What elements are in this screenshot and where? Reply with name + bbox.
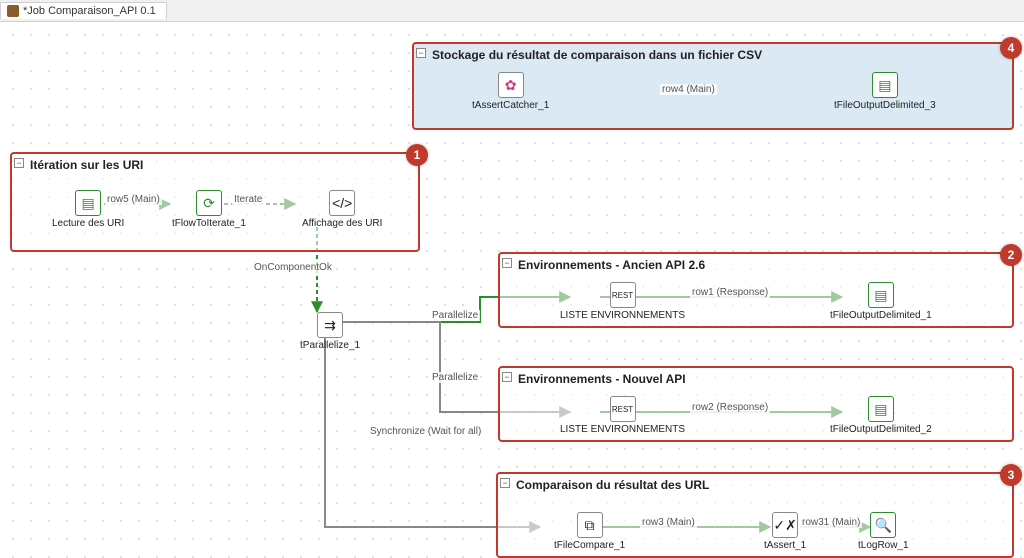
delimited-icon: ▤ (868, 396, 894, 422)
rest-icon: REST (610, 396, 636, 422)
component-tfileoutputdelimited3[interactable]: ▤ tFileOutputDelimited_3 (834, 72, 936, 111)
tab-bar: *Job Comparaison_API 0.1 (0, 0, 1024, 22)
collapse-toggle[interactable]: − (500, 478, 510, 488)
link-label: row31 (Main) (800, 517, 862, 528)
delimited-icon: ▤ (868, 282, 894, 308)
annotation-badge-2: 2 (1000, 244, 1022, 266)
flow-iterate-icon: ⟳ (196, 190, 222, 216)
link-label: row4 (Main) (660, 84, 717, 95)
component-label: tFileCompare_1 (554, 540, 625, 551)
design-canvas[interactable]: − Stockage du résultat de comparaison da… (0, 22, 1024, 558)
component-label: LISTE ENVIRONNEMENTS (560, 310, 685, 321)
link-label: row5 (Main) (105, 194, 162, 205)
link-label: Parallelize (430, 310, 480, 321)
delimited-icon: ▤ (872, 72, 898, 98)
component-rest-ancien[interactable]: REST LISTE ENVIRONNEMENTS (560, 282, 685, 321)
subjob-title: Stockage du résultat de comparaison dans… (432, 48, 762, 62)
link-label: row1 (Response) (690, 287, 770, 298)
component-label: tLogRow_1 (858, 540, 909, 551)
parallelize-icon: ⇉ (317, 312, 343, 338)
collapse-toggle[interactable]: − (502, 372, 512, 382)
annotation-badge-4: 4 (1000, 37, 1022, 59)
component-label: tFlowToIterate_1 (172, 218, 246, 229)
logrow-icon: 🔍 (870, 512, 896, 538)
component-tfileoutputdelimited2[interactable]: ▤ tFileOutputDelimited_2 (830, 396, 932, 435)
component-label: tParallelize_1 (300, 340, 360, 351)
collapse-toggle[interactable]: − (14, 158, 24, 168)
catcher-icon: ✿ (498, 72, 524, 98)
link-label: row3 (Main) (640, 517, 697, 528)
component-label: Lecture des URI (52, 218, 124, 229)
component-display-uri[interactable]: </> Affichage des URI (302, 190, 382, 229)
subjob-compare[interactable]: − Comparaison du résultat des URL ⧉ tFil… (496, 472, 1014, 558)
subjob-title: Environnements - Ancien API 2.6 (518, 258, 705, 272)
component-label: tAssert_1 (764, 540, 806, 551)
component-tfilecompare[interactable]: ⧉ tFileCompare_1 (554, 512, 625, 551)
job-icon (7, 5, 19, 17)
subjob-iteration[interactable]: − Itération sur les URI ▤ Lecture des UR… (10, 152, 420, 252)
collapse-toggle[interactable]: − (502, 258, 512, 268)
tab-title: *Job Comparaison_API 0.1 (23, 5, 156, 17)
component-label: LISTE ENVIRONNEMENTS (560, 424, 685, 435)
delimited-icon: ▤ (75, 190, 101, 216)
component-tfileoutputdelimited1[interactable]: ▤ tFileOutputDelimited_1 (830, 282, 932, 321)
link-label: Synchronize (Wait for all) (368, 426, 483, 437)
component-label: tFileOutputDelimited_2 (830, 424, 932, 435)
java-icon: </> (329, 190, 355, 216)
link-label: OnComponentOk (252, 262, 334, 273)
component-label: Affichage des URI (302, 218, 382, 229)
link-label: row2 (Response) (690, 402, 770, 413)
component-tparallelize[interactable]: ⇉ tParallelize_1 (300, 312, 360, 351)
component-tassertcatcher[interactable]: ✿ tAssertCatcher_1 (472, 72, 549, 111)
subjob-title: Itération sur les URI (30, 158, 143, 172)
annotation-badge-1: 1 (406, 144, 428, 166)
link-label: Parallelize (430, 372, 480, 383)
link-label: Iterate (232, 194, 264, 205)
component-label: tFileOutputDelimited_3 (834, 100, 936, 111)
job-tab[interactable]: *Job Comparaison_API 0.1 (0, 2, 167, 19)
collapse-toggle[interactable]: − (416, 48, 426, 58)
component-label: tAssertCatcher_1 (472, 100, 549, 111)
component-tlogrow[interactable]: 🔍 tLogRow_1 (858, 512, 909, 551)
component-rest-nouvel[interactable]: REST LISTE ENVIRONNEMENTS (560, 396, 685, 435)
subjob-title: Environnements - Nouvel API (518, 372, 686, 386)
rest-icon: REST (610, 282, 636, 308)
assert-icon: ✓✗ (772, 512, 798, 538)
compare-icon: ⧉ (577, 512, 603, 538)
subjob-title: Comparaison du résultat des URL (516, 478, 709, 492)
annotation-badge-3: 3 (1000, 464, 1022, 486)
component-label: tFileOutputDelimited_1 (830, 310, 932, 321)
